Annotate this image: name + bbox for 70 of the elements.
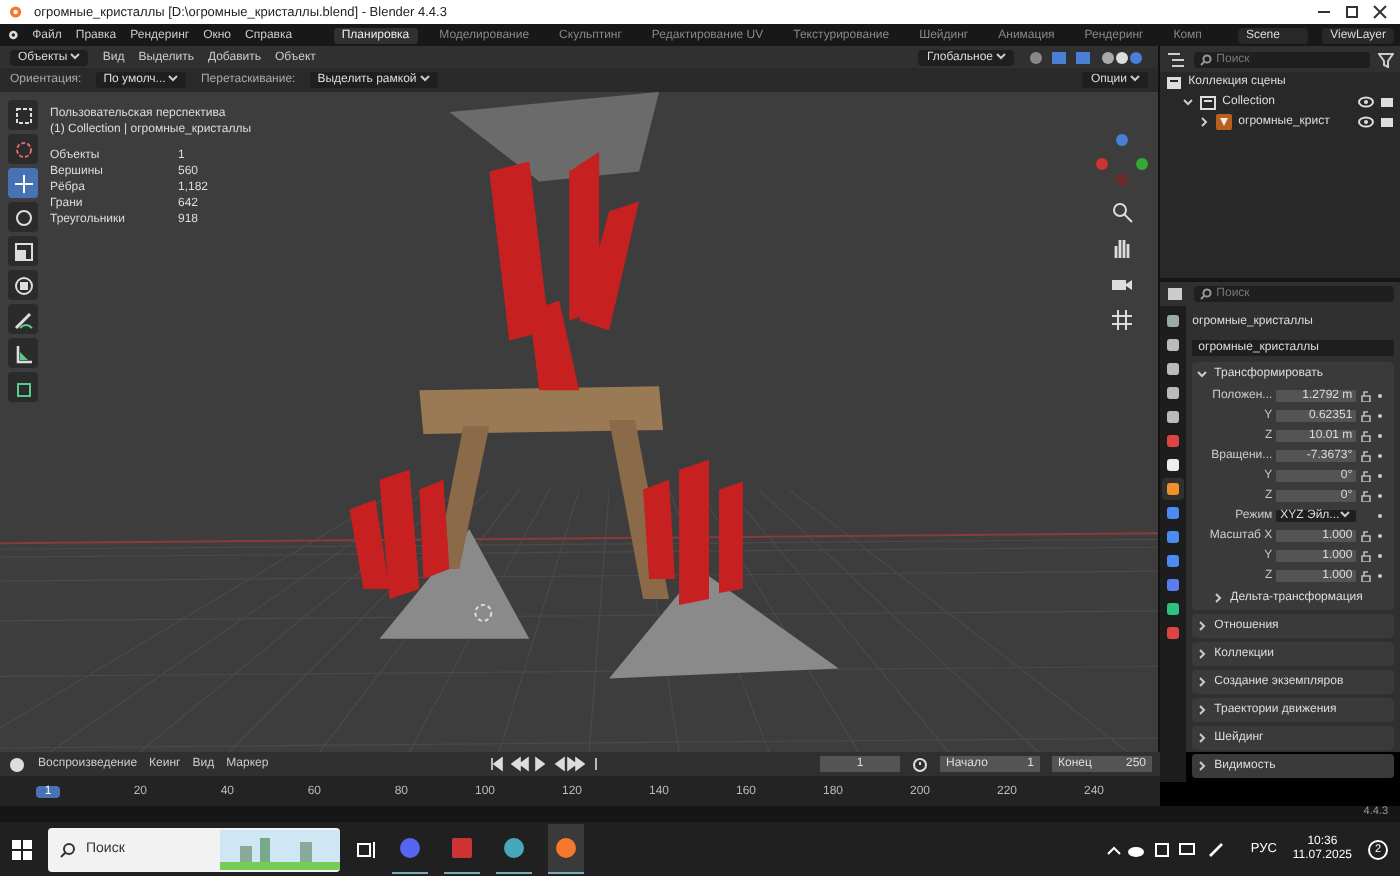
output-tab[interactable] (1162, 358, 1185, 380)
hand-icon[interactable] (1110, 236, 1135, 260)
caret-icon (1130, 74, 1141, 82)
lock-icon[interactable] (1360, 429, 1373, 441)
caret-icon (70, 51, 81, 59)
eye-icon[interactable] (1358, 116, 1374, 128)
collection-tab[interactable] (1162, 454, 1185, 476)
filter-icon[interactable] (1378, 51, 1394, 67)
lock-icon[interactable] (1360, 569, 1373, 581)
world-tab[interactable] (1162, 430, 1185, 452)
lock-icon[interactable] (1360, 449, 1373, 461)
lock-icon[interactable] (1360, 389, 1373, 401)
tool-tab[interactable] (1162, 310, 1185, 332)
add-cube-icon (13, 377, 33, 397)
eye-icon[interactable] (1358, 96, 1374, 108)
windows-start-icon[interactable] (12, 839, 32, 859)
editor-type-icon[interactable] (1166, 286, 1187, 302)
editor-type-icon[interactable] (8, 755, 26, 773)
render-tab[interactable] (1162, 334, 1185, 356)
close-icon[interactable] (1372, 4, 1388, 20)
data-tab[interactable] (1162, 598, 1185, 620)
lock-icon[interactable] (1360, 549, 1373, 561)
lock-icon[interactable] (1360, 529, 1373, 541)
transform-icon (13, 275, 33, 295)
measure-icon (13, 343, 33, 363)
cursor-icon (13, 139, 33, 159)
playback-controls-icon[interactable] (488, 756, 601, 772)
display-mode-icon[interactable] (1166, 51, 1187, 67)
scale-tool[interactable] (8, 236, 38, 266)
select-tool[interactable] (8, 100, 38, 130)
axis-gizmo-icon[interactable] (1094, 132, 1151, 188)
city-illustration-picture (220, 829, 340, 869)
add-cube-tool[interactable] (8, 372, 38, 402)
annotate-tool[interactable] (8, 304, 38, 334)
search-icon (60, 841, 76, 857)
move-tool[interactable] (8, 168, 38, 198)
object-tab[interactable] (1162, 478, 1185, 500)
caret-icon (419, 74, 430, 82)
mesh-object-icon (1216, 114, 1233, 130)
view-layer-tab[interactable] (1162, 382, 1185, 404)
search-icon (1200, 288, 1213, 300)
measure-tool[interactable] (8, 338, 38, 368)
caret-icon (996, 51, 1007, 59)
modifiers-tab[interactable] (1162, 502, 1185, 524)
task-view-icon[interactable] (356, 839, 376, 859)
collection-icon (1166, 74, 1183, 90)
transform-tool[interactable] (8, 270, 38, 300)
rotate-tool[interactable] (8, 202, 38, 232)
select-icon (13, 105, 33, 125)
cursor-tool[interactable] (8, 134, 38, 164)
rotate-icon (13, 207, 33, 227)
caret-icon (168, 74, 179, 82)
lock-icon[interactable] (1360, 489, 1373, 501)
caret-icon (1339, 509, 1350, 517)
zoom-icon[interactable] (1110, 200, 1135, 224)
move-icon (13, 173, 33, 193)
stopwatch-icon[interactable] (912, 756, 928, 772)
collection-icon (1200, 94, 1217, 110)
lock-icon[interactable] (1360, 409, 1373, 421)
scale-icon (13, 241, 33, 261)
lock-icon[interactable] (1360, 469, 1373, 481)
maximize-icon[interactable] (1344, 4, 1360, 20)
annotate-icon (13, 309, 33, 329)
search-icon (1200, 53, 1213, 65)
grid-icon[interactable] (1110, 308, 1135, 332)
particles-tab[interactable] (1162, 526, 1185, 548)
physics-tab[interactable] (1162, 550, 1185, 572)
material-tab[interactable] (1162, 622, 1185, 644)
scene-tab[interactable] (1162, 406, 1185, 428)
constraints-tab[interactable] (1162, 574, 1185, 596)
